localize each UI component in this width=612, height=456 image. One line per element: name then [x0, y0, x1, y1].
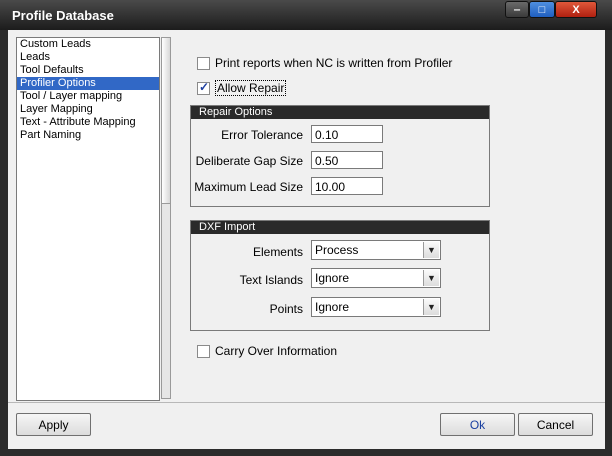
scrollbar-thumb[interactable]	[162, 38, 170, 204]
deliberate-gap-size-input[interactable]: 0.50	[311, 151, 383, 169]
points-value: Ignore	[315, 300, 350, 314]
cancel-button[interactable]: Cancel	[518, 413, 593, 436]
maximize-button[interactable]: □	[529, 1, 555, 18]
chevron-down-icon[interactable]: ▼	[423, 270, 439, 286]
divider	[8, 402, 605, 403]
list-item-text-attribute-mapping[interactable]: Text - Attribute Mapping	[17, 116, 159, 129]
print-reports-option[interactable]: Print reports when NC is written from Pr…	[197, 56, 452, 70]
maximum-lead-size-input[interactable]: 10.00	[311, 177, 383, 195]
minimize-button[interactable]: ‒	[505, 1, 529, 18]
elements-label: Elements	[252, 245, 303, 259]
allow-repair-checkbox[interactable]: ✓	[197, 79, 210, 95]
close-button[interactable]: X	[555, 1, 597, 18]
chevron-down-icon[interactable]: ▼	[423, 299, 439, 315]
elements-select[interactable]: Process ▼	[311, 240, 441, 260]
carry-over-option[interactable]: Carry Over Information	[197, 344, 337, 358]
profile-database-window: Profile Database ‒ □ X Custom Leads Lead…	[0, 0, 612, 456]
allow-repair-label: Allow Repair	[215, 80, 287, 96]
print-reports-checkbox[interactable]	[197, 56, 210, 70]
repair-options-group: Repair Options Error Tolerance 0.10 Deli…	[190, 105, 490, 207]
list-item-tool-defaults[interactable]: Tool Defaults	[17, 64, 159, 77]
allow-repair-option[interactable]: ✓ Allow Repair	[197, 79, 287, 96]
dxf-import-header: DXF Import	[191, 221, 489, 234]
carry-over-label: Carry Over Information	[215, 344, 338, 358]
print-reports-label: Print reports when NC is written from Pr…	[215, 56, 453, 70]
vertical-scrollbar[interactable]	[161, 37, 171, 399]
close-icon: X	[572, 3, 580, 16]
repair-options-header: Repair Options	[191, 106, 489, 119]
maximize-icon: □	[538, 3, 546, 16]
elements-value: Process	[315, 243, 359, 257]
list-item-custom-leads[interactable]: Custom Leads	[17, 38, 159, 51]
list-item-profiler-options[interactable]: Profiler Options	[17, 77, 159, 90]
text-islands-select[interactable]: Ignore ▼	[311, 268, 441, 288]
dialog-client: Custom Leads Leads Tool Defaults Profile…	[8, 30, 605, 449]
chevron-down-icon[interactable]: ▼	[423, 242, 439, 258]
dxf-import-group: DXF Import Elements Process ▼ Text Islan…	[190, 220, 490, 331]
ok-button[interactable]: Ok	[440, 413, 515, 436]
error-tolerance-label: Error Tolerance	[221, 128, 303, 142]
text-islands-label: Text Islands	[239, 273, 303, 287]
points-label: Points	[269, 302, 303, 316]
maximum-lead-size-label: Maximum Lead Size	[194, 180, 303, 194]
points-select[interactable]: Ignore ▼	[311, 297, 441, 317]
deliberate-gap-size-label: Deliberate Gap Size	[195, 154, 303, 168]
apply-button[interactable]: Apply	[16, 413, 91, 436]
list-item-part-naming[interactable]: Part Naming	[17, 129, 159, 142]
check-mark-icon: ✓	[199, 79, 210, 94]
list-item-leads[interactable]: Leads	[17, 51, 159, 64]
minimize-icon: ‒	[513, 3, 521, 16]
error-tolerance-input[interactable]: 0.10	[311, 125, 383, 143]
text-islands-value: Ignore	[315, 271, 350, 285]
list-item-tool-layer-mapping[interactable]: Tool / Layer mapping	[17, 90, 159, 103]
window-title: Profile Database	[12, 8, 114, 23]
list-item-layer-mapping[interactable]: Layer Mapping	[17, 103, 159, 116]
carry-over-checkbox[interactable]	[197, 344, 210, 358]
category-list[interactable]: Custom Leads Leads Tool Defaults Profile…	[16, 37, 160, 401]
title-bar[interactable]: Profile Database ‒ □ X	[0, 0, 612, 30]
